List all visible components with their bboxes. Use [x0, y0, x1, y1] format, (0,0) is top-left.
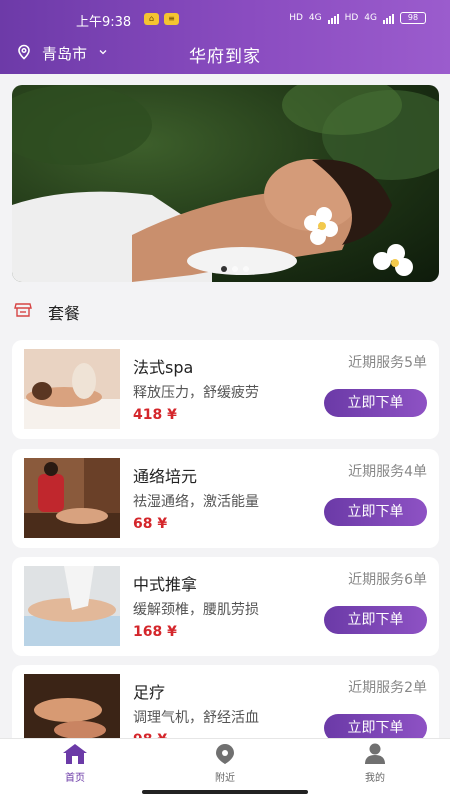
package-card[interactable]: 中式推拿 缓解颈椎，腰肌劳损 168 ¥ 近期服务6单 立即下单 — [12, 557, 439, 656]
carousel-indicator[interactable] — [221, 266, 249, 272]
battery-icon: 98 — [400, 12, 426, 24]
network-type-1: 4G — [308, 13, 322, 23]
recent-orders-count: 近期服务6单 — [348, 572, 427, 588]
header-bar: 上午9:38 ⌂ ≡ HD 4G HD 4G 98 青岛市 华府到家 — [0, 0, 450, 74]
spa-banner-image — [12, 85, 439, 282]
package-name: 法式spa — [133, 358, 194, 377]
package-description: 调理气机，舒经活血 — [133, 710, 259, 726]
carousel-dot-1[interactable] — [221, 266, 227, 272]
order-now-button[interactable]: 立即下单 — [324, 389, 427, 417]
status-time: 上午9:38 — [76, 15, 132, 30]
carousel-dot-3[interactable] — [243, 266, 249, 272]
package-name: 中式推拿 — [133, 575, 198, 594]
promo-banner[interactable] — [12, 85, 439, 282]
page-title: 华府到家 — [189, 47, 261, 67]
package-card[interactable]: 法式spa 释放压力，舒缓疲劳 418 ¥ 近期服务5单 立即下单 — [12, 340, 439, 439]
carousel-dot-2[interactable] — [232, 266, 238, 272]
package-thumbnail — [24, 349, 120, 429]
package-description: 释放压力，舒缓疲劳 — [133, 385, 259, 401]
package-price: 168 ¥ — [133, 624, 177, 640]
package-thumbnail — [24, 566, 120, 646]
package-description: 祛湿通络，激活能量 — [133, 494, 259, 510]
home-indicator[interactable] — [142, 790, 308, 794]
package-thumbnail — [24, 458, 120, 538]
store-icon — [14, 303, 32, 317]
tab-label: 我的 — [365, 773, 385, 784]
location-icon — [216, 744, 234, 764]
network-type-2: 4G — [364, 13, 377, 23]
status-indicators: HD 4G HD 4G 98 — [289, 12, 426, 24]
tab-mine[interactable]: 我的 — [345, 743, 405, 784]
package-name: 通络培元 — [133, 467, 198, 486]
package-price: 418 ¥ — [133, 407, 177, 423]
home-icon — [63, 744, 87, 764]
recent-orders-count: 近期服务2单 — [348, 680, 427, 696]
package-price: 68 ¥ — [133, 516, 168, 532]
app-notification-icon: ≡ — [164, 13, 179, 25]
package-name: 足疗 — [133, 683, 166, 702]
signal-icon-2 — [383, 13, 394, 24]
tab-label: 附近 — [215, 773, 235, 784]
package-card[interactable]: 通络培元 祛湿通络，激活能量 68 ¥ 近期服务4单 立即下单 — [12, 449, 439, 548]
hd-icon: HD — [289, 13, 303, 23]
tab-label: 首页 — [65, 773, 85, 784]
section-title: 套餐 — [48, 304, 81, 323]
recent-orders-count: 近期服务4单 — [348, 464, 427, 480]
user-icon — [365, 743, 385, 764]
status-bar: 上午9:38 ⌂ ≡ HD 4G HD 4G 98 — [0, 10, 450, 30]
tab-nearby[interactable]: 附近 — [195, 743, 255, 784]
hd-icon-2: HD — [344, 13, 359, 23]
order-now-button[interactable]: 立即下单 — [324, 498, 427, 526]
package-description: 缓解颈椎，腰肌劳损 — [133, 602, 259, 618]
notification-icon: ⌂ — [144, 13, 159, 25]
signal-icon — [327, 13, 339, 24]
tab-home[interactable]: 首页 — [45, 743, 105, 784]
order-now-button[interactable]: 立即下单 — [324, 606, 427, 634]
recent-orders-count: 近期服务5单 — [348, 355, 427, 371]
